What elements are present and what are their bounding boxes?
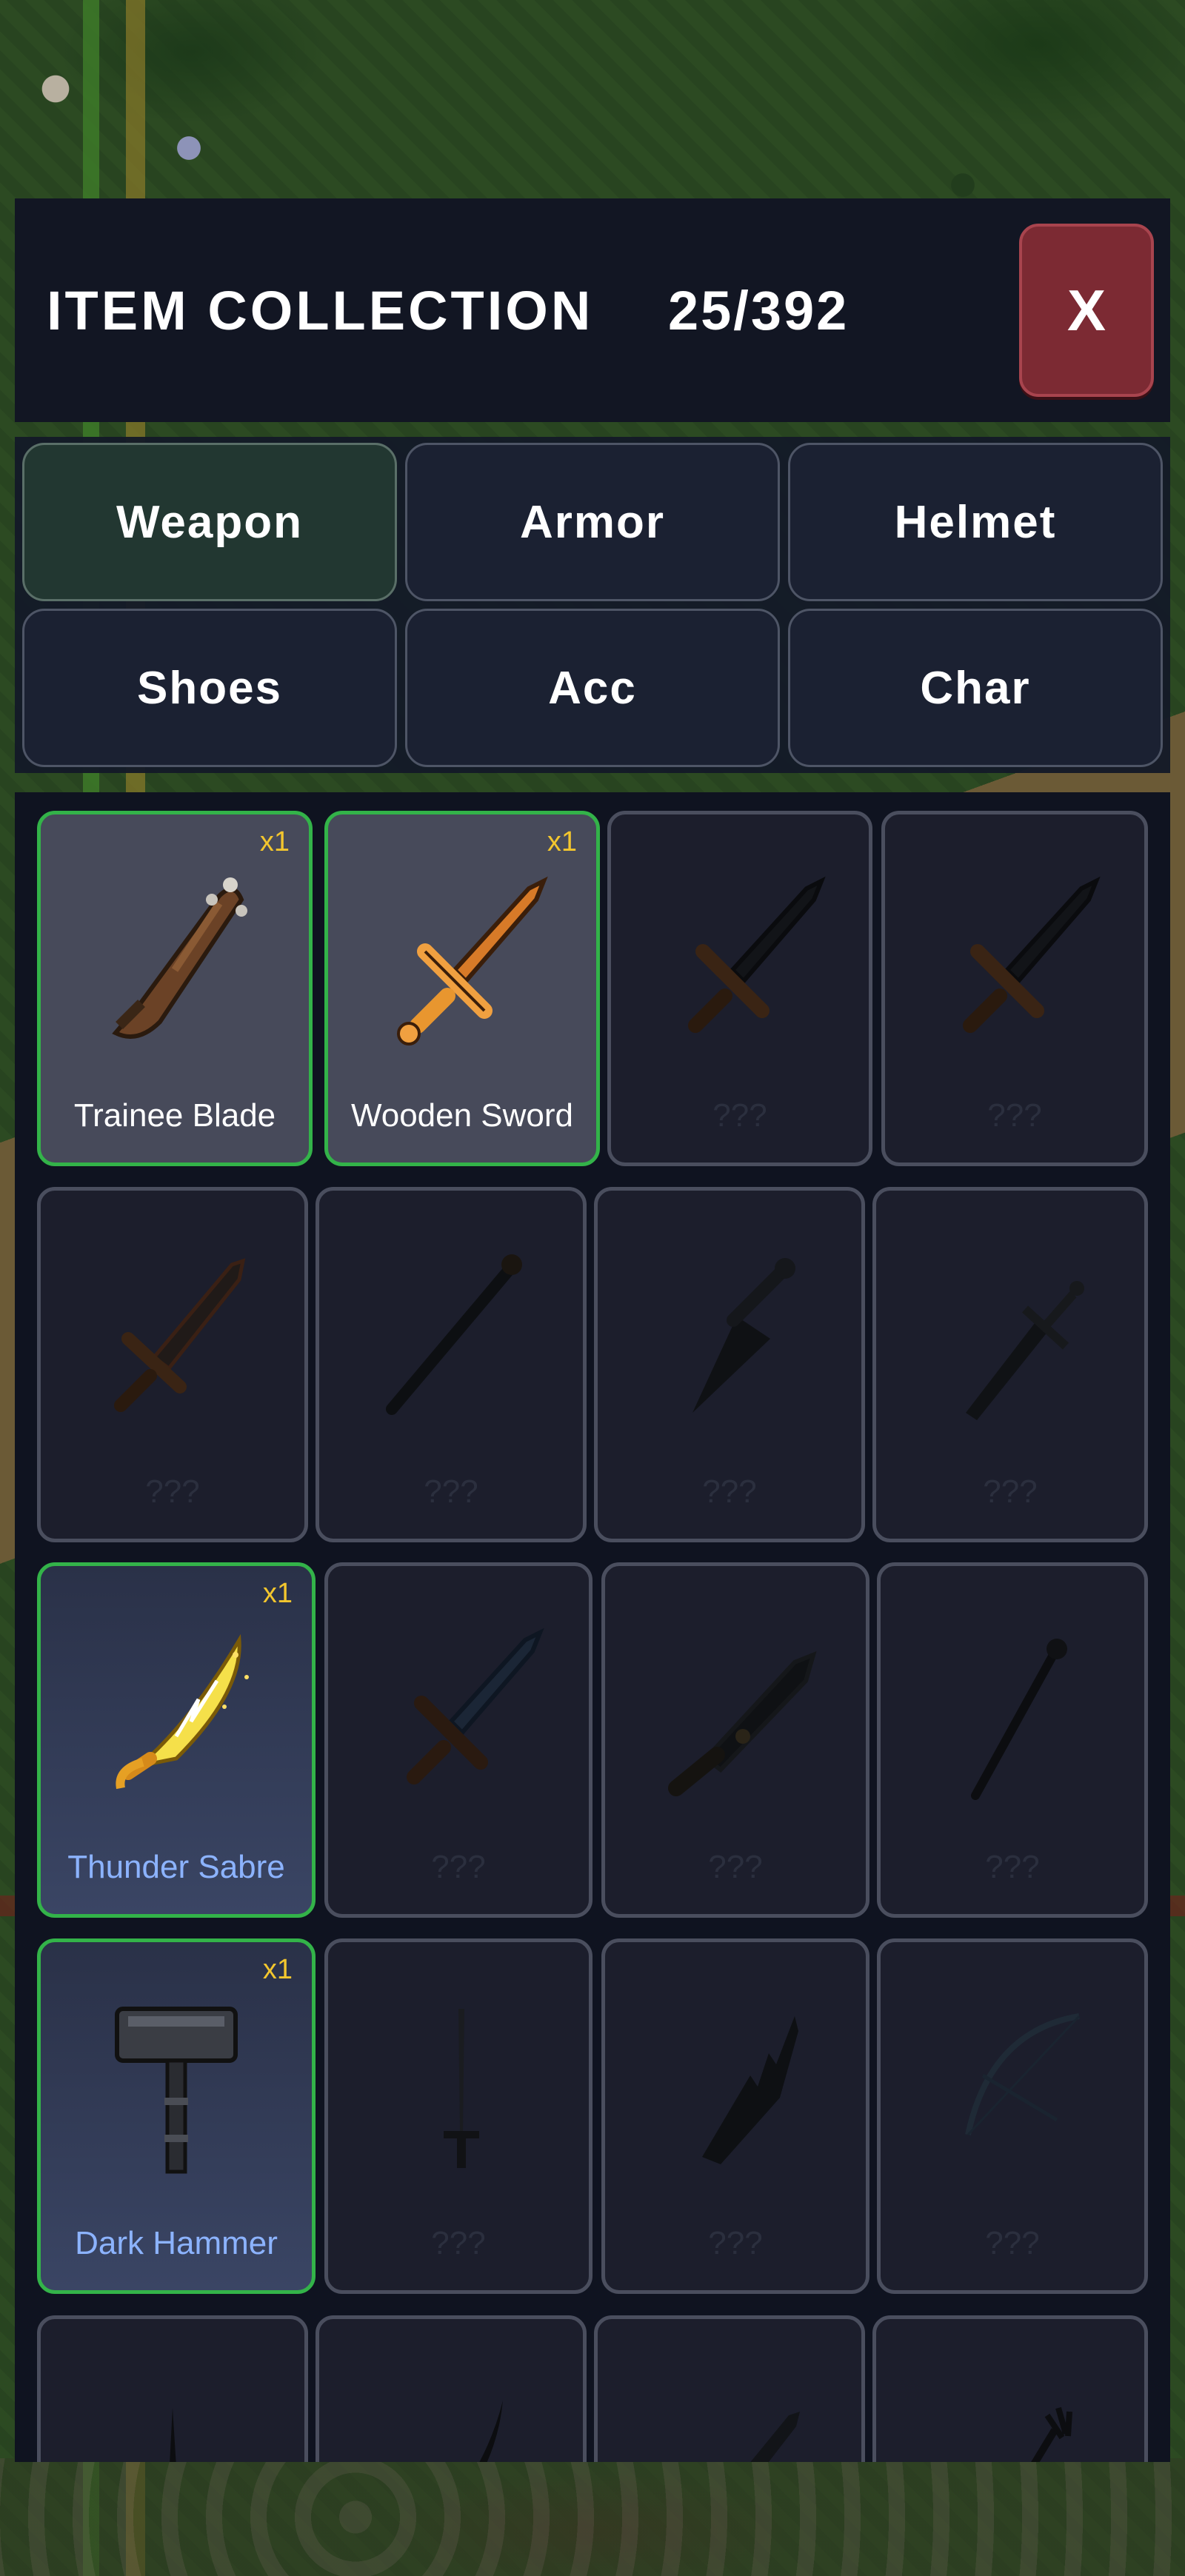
item-card[interactable]: x1 Trainee Blade [37, 811, 313, 1166]
tab-shoes[interactable]: Shoes [22, 609, 397, 767]
item-card[interactable]: ??? [877, 1938, 1148, 2294]
item-name: ??? [708, 2225, 763, 2261]
item-card[interactable]: x1 Thunder Sabre [37, 1562, 316, 1918]
item-card[interactable] [316, 2315, 587, 2462]
item-name: ??? [424, 1473, 478, 1510]
item-card[interactable] [37, 2315, 308, 2462]
item-card[interactable]: ??? [872, 1187, 1148, 1542]
item-name: Thunder Sabre [67, 1849, 285, 1885]
item-name: ??? [702, 1473, 757, 1510]
tab-armor[interactable]: Armor [405, 443, 780, 601]
item-name: ??? [708, 1849, 763, 1885]
item-card[interactable]: ??? [877, 1562, 1148, 1918]
item-quantity: x1 [262, 1954, 293, 1985]
tab-helmet[interactable]: Helmet [788, 443, 1163, 601]
item-card[interactable]: x1 Wooden Sword [324, 811, 600, 1166]
item-name: Dark Hammer [75, 2225, 278, 2261]
item-card[interactable] [872, 2315, 1148, 2462]
item-name: ??? [985, 2225, 1040, 2261]
collection-count: 25/392 [668, 280, 849, 341]
item-card[interactable]: ??? [316, 1187, 587, 1542]
world-decoration [0, 2458, 1185, 2576]
item-quantity: x1 [547, 826, 577, 857]
item-name: ??? [145, 1473, 200, 1510]
item-card[interactable] [594, 2315, 865, 2462]
tab-acc[interactable]: Acc [405, 609, 780, 767]
item-name: ??? [431, 2225, 486, 2261]
item-name: ??? [987, 1097, 1042, 1134]
item-card[interactable]: ??? [324, 1938, 592, 2294]
item-card[interactable]: x1 Dark Hammer [37, 1938, 316, 2294]
item-grid: x1 Trainee Blade x1 Wooden Sword ??? ???… [15, 792, 1170, 2462]
item-quantity: x1 [262, 1578, 293, 1609]
item-card[interactable]: ??? [607, 811, 872, 1166]
item-name: ??? [431, 1849, 486, 1885]
item-quantity: x1 [259, 826, 290, 857]
page-title: ITEM COLLECTION [47, 280, 594, 341]
tab-char[interactable]: Char [788, 609, 1163, 767]
tab-weapon[interactable]: Weapon [22, 443, 397, 601]
item-name: ??? [985, 1849, 1040, 1885]
item-card[interactable]: ??? [594, 1187, 865, 1542]
item-card[interactable]: ??? [601, 1938, 869, 2294]
item-card[interactable]: ??? [324, 1562, 592, 1918]
item-card[interactable]: ??? [37, 1187, 308, 1542]
close-button[interactable]: X [1019, 224, 1154, 397]
item-card[interactable]: ??? [881, 811, 1148, 1166]
item-name: Wooden Sword [350, 1097, 574, 1134]
item-name: ??? [983, 1473, 1038, 1510]
item-name: Trainee Blade [73, 1097, 276, 1134]
item-name: ??? [712, 1097, 767, 1134]
item-card[interactable]: ??? [601, 1562, 869, 1918]
